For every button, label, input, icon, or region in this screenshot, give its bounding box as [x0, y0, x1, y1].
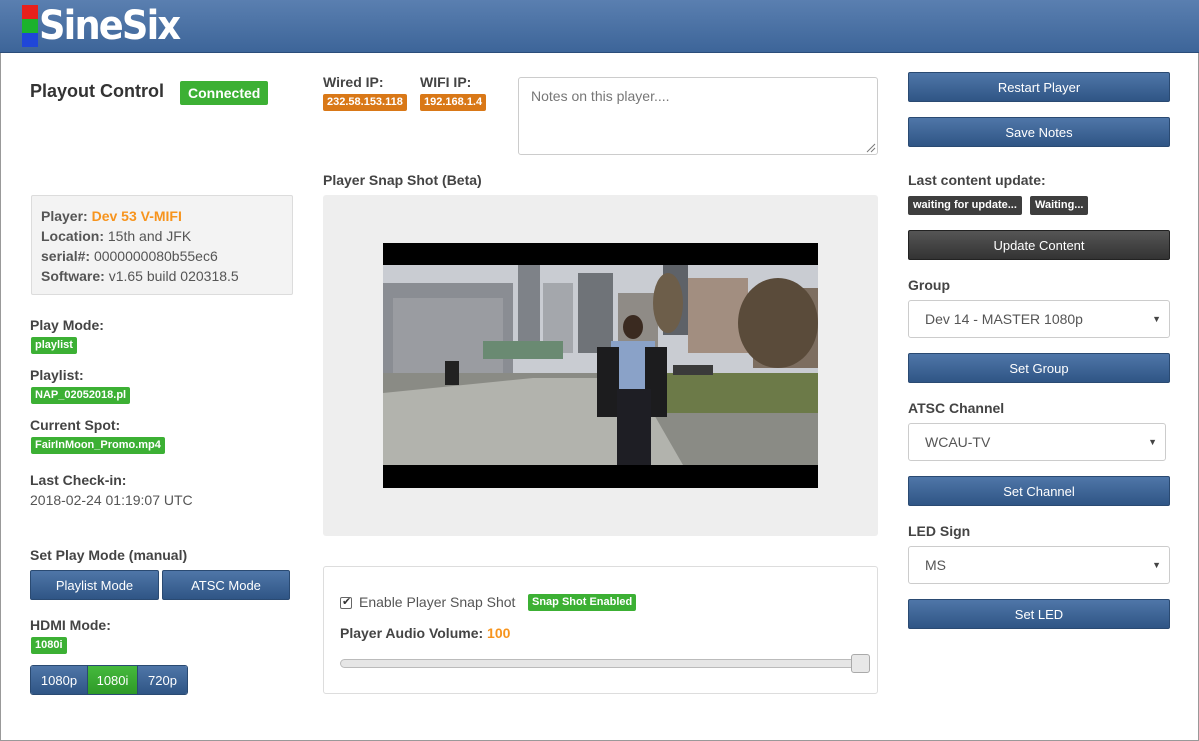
group-select[interactable]: Dev 14 - MASTER 1080p ▼: [908, 300, 1170, 338]
playlist-badge: NAP_02052018.pl: [31, 387, 131, 404]
set-group-button[interactable]: Set Group: [908, 353, 1170, 383]
serial-row: serial#: 0000000080b55ec6: [41, 248, 218, 264]
player-name: Dev 53 V-MIFI: [91, 208, 182, 224]
location-value: 15th and JFK: [107, 228, 192, 244]
last-content-update-label: Last content update:: [908, 172, 1046, 188]
update-waiting-badge: Waiting...: [1030, 196, 1089, 215]
audio-volume-label: Player Audio Volume: 100: [340, 625, 511, 641]
last-checkin-value: 2018-02-24 01:19:07 UTC: [30, 492, 193, 508]
group-selected-value: Dev 14 - MASTER 1080p: [925, 311, 1083, 327]
update-content-button[interactable]: Update Content: [908, 230, 1170, 260]
wired-ip-badge: 232.58.153.118: [323, 94, 407, 111]
page-title: Playout Control: [30, 81, 164, 101]
sinesix-logo[interactable]: SineSix: [22, 5, 191, 47]
hdmi-mode-label: HDMI Mode:: [30, 617, 111, 633]
hdmi-mode-badge: 1080i: [31, 637, 67, 654]
enable-snapshot-checkbox[interactable]: ✔: [340, 596, 352, 609]
serial-value: 0000000080b55ec6: [93, 248, 218, 264]
snapshot-settings-panel: ✔ Enable Player Snap Shot Snap Shot Enab…: [323, 566, 878, 694]
audio-volume-slider-handle[interactable]: [851, 654, 870, 673]
led-sign-label: LED Sign: [908, 523, 971, 539]
connection-status-badge: Connected: [180, 81, 269, 105]
snapshot-image: [383, 243, 818, 488]
wifi-ip-badge: 192.168.1.4: [420, 94, 487, 111]
logo-text: SineSix: [39, 3, 181, 49]
led-sign-selected-value: MS: [925, 557, 946, 573]
last-checkin-label: Last Check-in:: [30, 472, 127, 488]
chevron-down-icon: ▼: [1152, 314, 1161, 324]
set-play-mode-label: Set Play Mode (manual): [30, 547, 188, 563]
software-row: Software: v1.65 build 020318.5: [41, 268, 239, 284]
logo-color-squares: [22, 5, 38, 47]
atsc-channel-select[interactable]: WCAU-TV ▼: [908, 423, 1166, 461]
led-sign-select[interactable]: MS ▼: [908, 546, 1170, 584]
set-led-button[interactable]: Set LED: [908, 599, 1170, 629]
hdmi-mode-selector: 1080p 1080i 720p: [30, 665, 188, 695]
playlist-label: Playlist:: [30, 367, 84, 383]
save-notes-button[interactable]: Save Notes: [908, 117, 1170, 147]
audio-volume-value: 100: [487, 625, 511, 641]
play-mode-label: Play Mode:: [30, 317, 104, 333]
set-channel-button[interactable]: Set Channel: [908, 476, 1170, 506]
location-row: Location: 15th and JFK: [41, 228, 192, 244]
player-row: Player: Dev 53 V-MIFI: [41, 208, 182, 224]
enable-snapshot-label: Enable Player Snap Shot: [359, 594, 516, 610]
top-bar: SineSix: [0, 0, 1199, 53]
atsc-channel-selected-value: WCAU-TV: [925, 434, 991, 450]
snapshot-panel: [323, 195, 878, 536]
chevron-down-icon: ▼: [1148, 437, 1157, 447]
playlist-mode-button[interactable]: Playlist Mode: [30, 570, 159, 600]
player-info-box: Player: Dev 53 V-MIFI Location: 15th and…: [31, 195, 293, 295]
wired-ip-label: Wired IP:: [323, 74, 384, 90]
atsc-channel-label: ATSC Channel: [908, 400, 1005, 416]
hdmi-option-1080p[interactable]: 1080p: [31, 666, 88, 694]
audio-volume-slider[interactable]: [340, 659, 870, 668]
current-spot-badge: FairInMoon_Promo.mp4: [31, 437, 165, 454]
group-label: Group: [908, 277, 950, 293]
snapshot-enabled-badge: Snap Shot Enabled: [528, 594, 637, 611]
atsc-mode-button[interactable]: ATSC Mode: [162, 570, 290, 600]
snapshot-title: Player Snap Shot (Beta): [323, 172, 482, 188]
hdmi-option-720p[interactable]: 720p: [138, 666, 187, 694]
notes-textarea[interactable]: Notes on this player....: [518, 77, 878, 155]
resize-handle-icon[interactable]: [866, 143, 876, 153]
update-status-badge: waiting for update...: [908, 196, 1022, 215]
restart-player-button[interactable]: Restart Player: [908, 72, 1170, 102]
chevron-down-icon: ▼: [1152, 560, 1161, 570]
current-spot-label: Current Spot:: [30, 417, 121, 433]
hdmi-option-1080i[interactable]: 1080i: [88, 666, 138, 694]
wifi-ip-label: WIFI IP:: [420, 74, 472, 90]
software-value: v1.65 build 020318.5: [108, 268, 239, 284]
play-mode-badge: playlist: [31, 337, 77, 354]
